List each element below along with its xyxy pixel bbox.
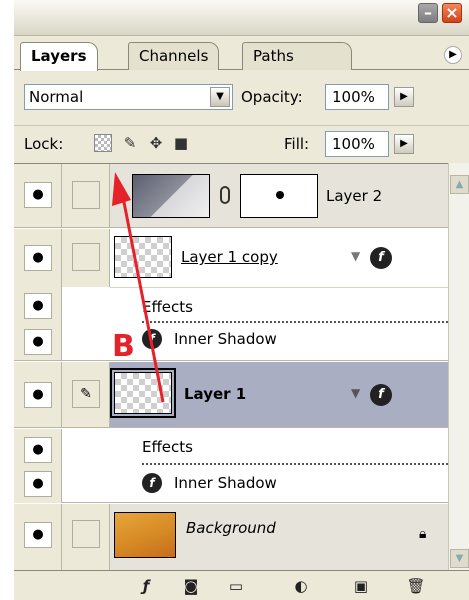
effects-label: Effects: [142, 298, 193, 316]
scroll-up-icon[interactable]: ▲: [450, 175, 469, 194]
opacity-label: Opacity:: [241, 88, 303, 106]
lock-icon: 🔒︎: [419, 526, 427, 542]
layer-name: Background: [186, 519, 276, 537]
link-toggle[interactable]: [72, 243, 100, 271]
fx-icon: f: [142, 329, 162, 349]
visibility-column: ●: [14, 504, 62, 570]
new-group-icon[interactable]: ▭: [224, 576, 248, 596]
effects-eye-icon[interactable]: ●: [24, 437, 52, 463]
layer-mask-thumbnail: [240, 174, 318, 218]
effect-eye-icon[interactable]: ●: [24, 329, 52, 355]
blend-mode-value: Normal: [29, 88, 84, 106]
tab-paths[interactable]: Paths: [242, 42, 352, 70]
layer-name: Layer 2: [326, 187, 383, 205]
chevron-down-icon[interactable]: ▼: [210, 87, 230, 107]
panel-tabs: Layers Channels Paths ▶: [14, 36, 469, 71]
tab-layers[interactable]: Layers: [20, 42, 98, 71]
fx-expand-triangle-icon[interactable]: ▼: [351, 249, 360, 263]
chain-link-icon[interactable]: [220, 186, 230, 204]
fx-expand-triangle-icon[interactable]: ▼: [351, 386, 360, 400]
panel-title-bar: – ×: [14, 0, 469, 36]
opacity-input[interactable]: 100%: [325, 84, 389, 110]
link-column: [62, 164, 110, 227]
brush-icon[interactable]: ✎: [72, 380, 100, 408]
fx-icon[interactable]: f: [370, 384, 392, 406]
eye-icon[interactable]: ●: [24, 382, 52, 408]
link-toggle[interactable]: [72, 181, 100, 209]
close-button[interactable]: ×: [442, 3, 462, 23]
layer-thumbnail: [114, 236, 172, 278]
lock-label: Lock:: [24, 135, 64, 153]
fill-input[interactable]: 100%: [325, 131, 389, 157]
visibility-column: ● ● ●: [14, 229, 62, 360]
layer-name: Layer 1: [184, 385, 247, 403]
link-column: ✎: [62, 362, 110, 427]
link-column: [62, 504, 110, 570]
trash-icon[interactable]: 🗑︎: [404, 576, 428, 596]
tab-channels[interactable]: Channels: [128, 42, 220, 70]
layer-row-background[interactable]: ● Background 🔒︎: [14, 504, 448, 570]
blend-mode-select[interactable]: Normal ▼: [24, 84, 233, 110]
effect-name: Inner Shadow: [174, 330, 277, 348]
adjustment-layer-icon[interactable]: ◐: [289, 576, 313, 596]
layer-row-layer-1-copy[interactable]: ● ● ● Layer 1 copy ▼ f Effects f Inner S…: [14, 229, 448, 361]
effect-eye-icon[interactable]: ●: [24, 471, 52, 497]
add-layer-style-icon[interactable]: ƒ: [134, 576, 158, 596]
effects-eye-icon[interactable]: ●: [24, 293, 52, 319]
opacity-slider-arrow-icon[interactable]: ▶: [394, 87, 414, 107]
minimize-button[interactable]: –: [418, 3, 438, 23]
eye-icon[interactable]: ●: [24, 182, 52, 208]
add-mask-icon[interactable]: ◙: [179, 576, 203, 596]
layer-1-effects-rows: ● ● Effects f Inner Shadow: [14, 429, 448, 503]
annotation-label: B: [112, 329, 135, 364]
layers-panel: – × Layers Channels Paths ▶ Normal ▼ Opa…: [14, 0, 469, 600]
visibility-column: ●: [14, 164, 62, 227]
eye-icon[interactable]: ●: [24, 245, 52, 271]
effects-divider: [142, 463, 448, 465]
visibility-column: ●: [14, 362, 62, 427]
fx-icon[interactable]: f: [370, 247, 392, 269]
link-column: [62, 229, 110, 287]
blend-row: Normal ▼ Opacity: 100% ▶: [14, 78, 469, 118]
lock-all-icon[interactable]: ■: [172, 134, 190, 152]
scroll-down-icon[interactable]: ▼: [450, 549, 469, 568]
visibility-column: ● ●: [14, 429, 62, 503]
expand-triangle-icon[interactable]: ▸: [114, 188, 120, 202]
lock-transparency-icon[interactable]: [94, 134, 112, 152]
layers-scrollbar[interactable]: ▲ ▼: [448, 163, 469, 570]
layers-bottom-toolbar: ƒ ◙ ▭ ◐ ▣ 🗑︎: [14, 570, 469, 600]
lock-row: Lock: ✎ ✥ ■ Fill: 100% ▶: [14, 125, 469, 163]
effect-name: Inner Shadow: [174, 474, 277, 492]
lock-move-icon[interactable]: ✥: [147, 134, 165, 152]
layer-row-layer-1[interactable]: ● ✎ Layer 1 ▼ f: [14, 362, 448, 428]
layers-list: ● ▸ Layer 2 ● ● ● Layer 1 copy ▼ f Effec…: [14, 163, 469, 570]
layer-name: Layer 1 copy: [181, 248, 278, 266]
fx-icon: f: [142, 473, 162, 493]
link-toggle[interactable]: [72, 520, 100, 548]
effects-divider: [142, 321, 448, 323]
fill-label: Fill:: [284, 135, 310, 153]
layer-thumbnail: [110, 368, 176, 418]
eye-icon[interactable]: ●: [24, 522, 52, 548]
background-thumbnail: [114, 512, 176, 558]
effects-label: Effects: [142, 438, 193, 456]
layer-row-layer-2[interactable]: ● ▸ Layer 2: [14, 164, 448, 228]
new-layer-icon[interactable]: ▣: [349, 576, 373, 596]
layer-2-thumbnail: [132, 174, 210, 218]
panel-menu-arrow-icon[interactable]: ▶: [444, 46, 462, 64]
fill-slider-arrow-icon[interactable]: ▶: [394, 134, 414, 154]
lock-brush-icon[interactable]: ✎: [121, 134, 139, 152]
